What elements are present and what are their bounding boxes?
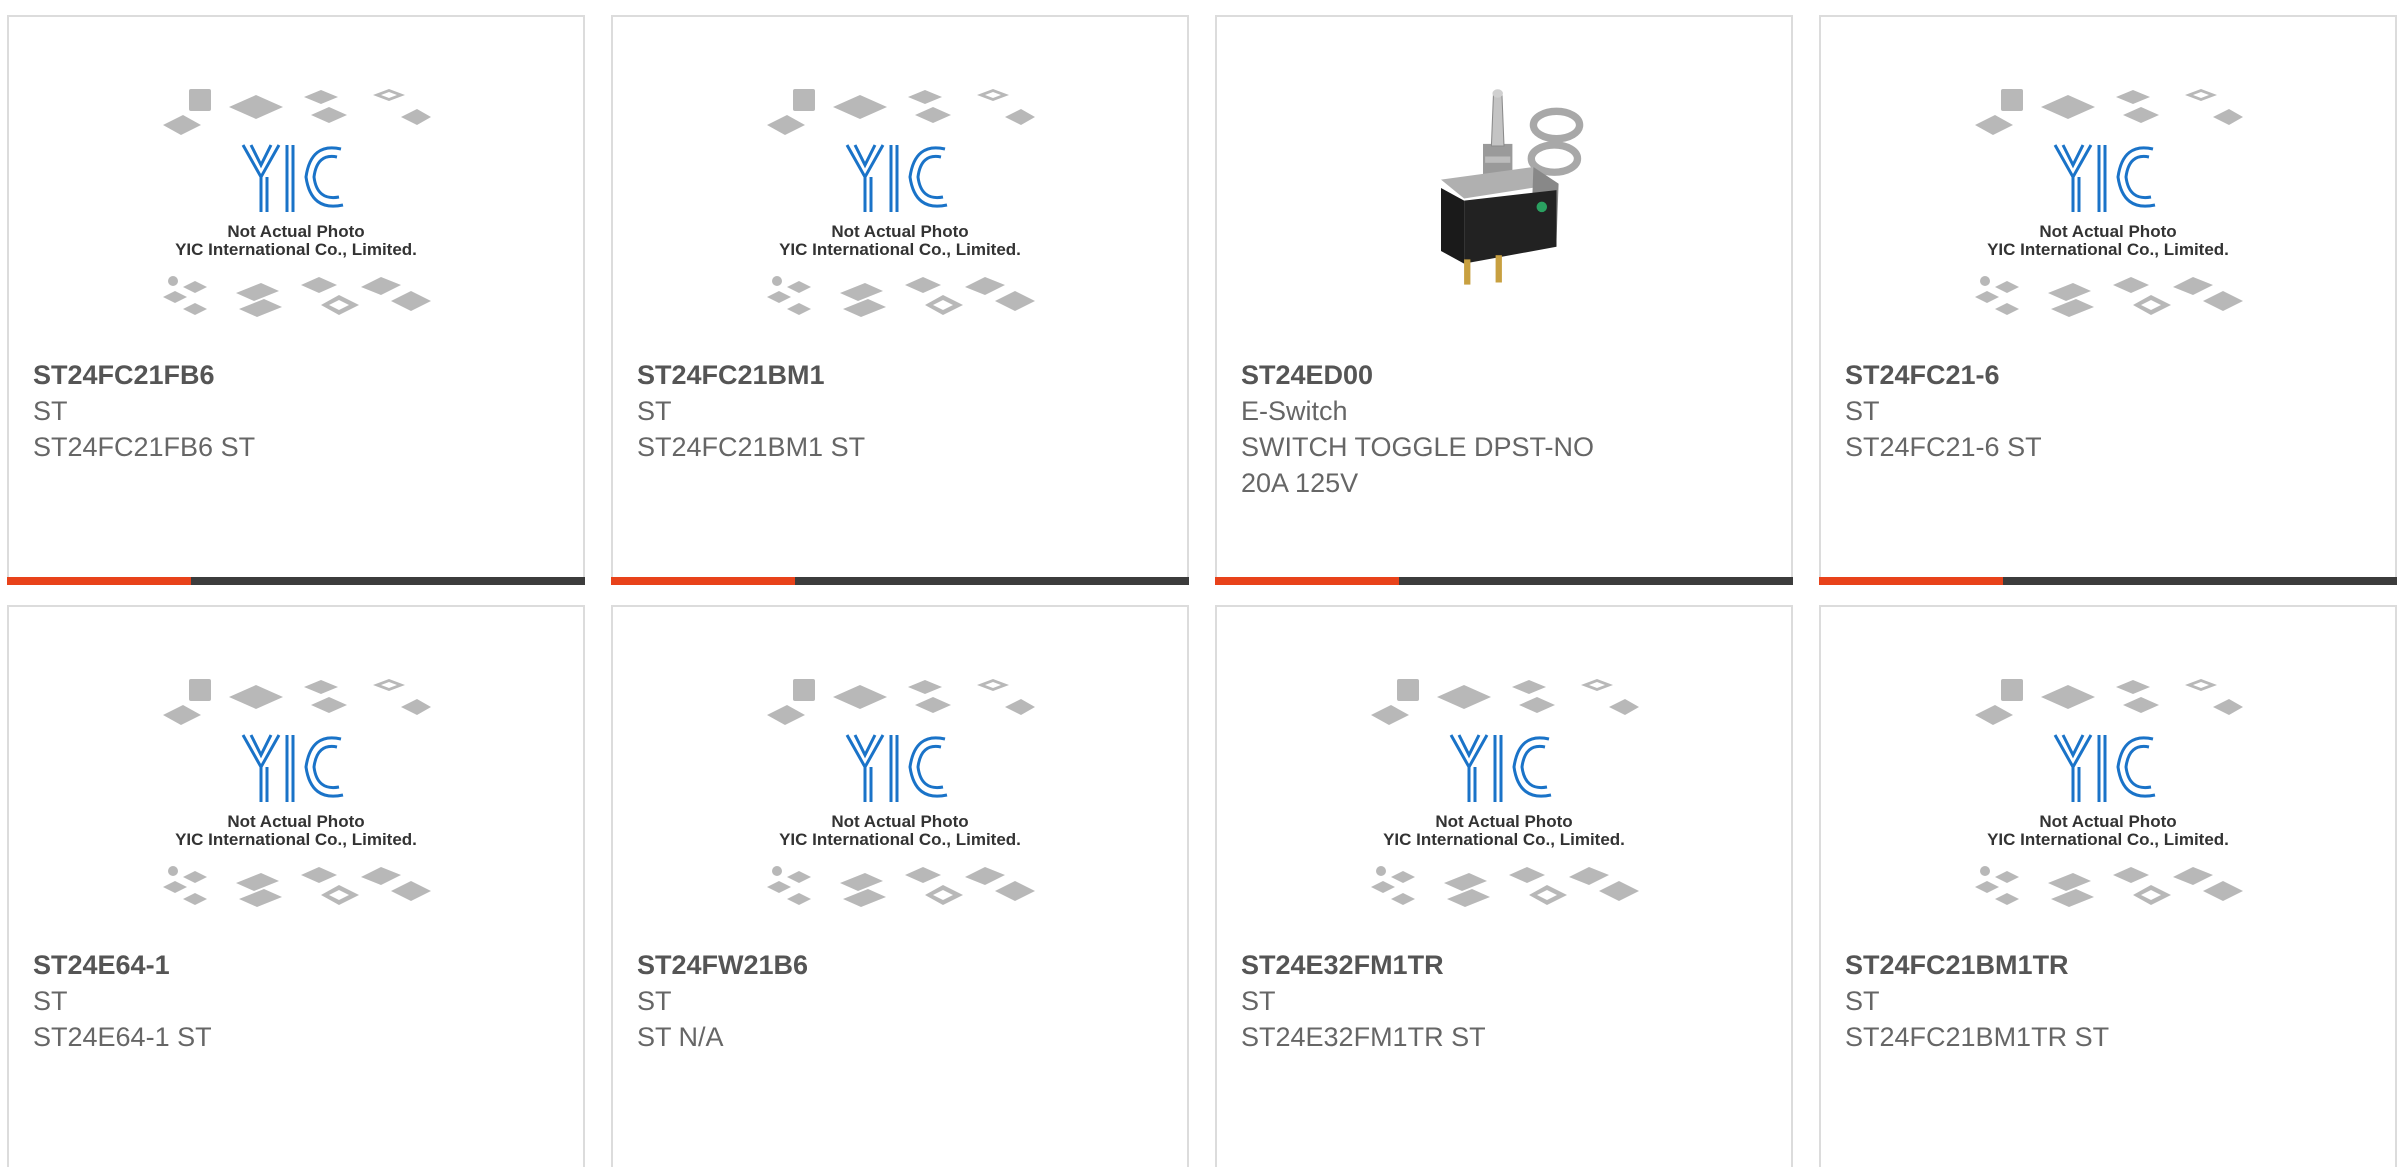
product-image <box>9 677 583 947</box>
description: ST24FC21FB6 ST <box>33 432 256 462</box>
card-accent-bar <box>611 577 795 585</box>
placeholder-image <box>1973 87 2243 327</box>
manufacturer: ST <box>637 396 672 426</box>
product-card[interactable]: ST24FC21BM1 ST ST24FC21BM1 ST <box>611 15 1189 585</box>
card-bottom-bar <box>7 577 585 585</box>
product-card[interactable]: ST24FC21BM1TR ST ST24FC21BM1TR ST <box>1819 605 2397 1167</box>
part-number[interactable]: ST24FW21B6 <box>637 947 1163 983</box>
description: ST24E32FM1TR ST <box>1241 1022 1486 1052</box>
toggle-switch-photo <box>1399 83 1609 293</box>
placeholder-image <box>161 677 431 917</box>
part-number[interactable]: ST24ED00 <box>1241 357 1767 393</box>
card-bottom-bar <box>611 577 1189 585</box>
placeholder-image <box>765 677 1035 917</box>
manufacturer: ST <box>33 986 68 1016</box>
product-card[interactable]: ST24ED00 E-Switch SWITCH TOGGLE DPST-NO … <box>1215 15 1793 585</box>
product-image <box>1821 677 2395 947</box>
description: SWITCH TOGGLE DPST-NO 20A 125V <box>1241 432 1595 498</box>
product-image <box>1821 87 2395 357</box>
part-number[interactable]: ST24FC21BM1TR <box>1845 947 2371 983</box>
manufacturer: E-Switch <box>1241 396 1348 426</box>
product-card[interactable]: ST24E64-1 ST ST24E64-1 ST <box>7 605 585 1167</box>
product-card[interactable]: ST24E32FM1TR ST ST24E32FM1TR ST <box>1215 605 1793 1167</box>
product-card[interactable]: ST24FW21B6 ST ST N/A <box>611 605 1189 1167</box>
manufacturer: ST <box>33 396 68 426</box>
product-image <box>1217 677 1791 947</box>
description: ST24FC21BM1 ST <box>637 432 866 462</box>
product-image <box>613 87 1187 357</box>
card-accent-bar <box>7 577 191 585</box>
part-number[interactable]: ST24FC21FB6 <box>33 357 559 393</box>
part-number[interactable]: ST24FC21-6 <box>1845 357 2371 393</box>
manufacturer: ST <box>1845 396 1880 426</box>
part-number[interactable]: ST24E32FM1TR <box>1241 947 1767 983</box>
manufacturer: ST <box>1845 986 1880 1016</box>
description: ST24E64-1 ST <box>33 1022 212 1052</box>
card-bottom-bar <box>1819 577 2397 585</box>
product-image <box>1217 83 1791 353</box>
product-grid: ST24FC21FB6 ST ST24FC21FB6 ST ST24FC21BM… <box>0 0 2400 1167</box>
part-number[interactable]: ST24E64-1 <box>33 947 559 983</box>
product-image <box>9 87 583 357</box>
description: ST N/A <box>637 1022 724 1052</box>
manufacturer: ST <box>1241 986 1276 1016</box>
description: ST24FC21-6 ST <box>1845 432 2042 462</box>
card-accent-bar <box>1215 577 1399 585</box>
product-image <box>613 677 1187 947</box>
placeholder-image <box>765 87 1035 327</box>
product-card[interactable]: ST24FC21FB6 ST ST24FC21FB6 ST <box>7 15 585 585</box>
placeholder-image <box>1369 677 1639 917</box>
card-accent-bar <box>1819 577 2003 585</box>
card-bottom-bar <box>1215 577 1793 585</box>
description: ST24FC21BM1TR ST <box>1845 1022 2110 1052</box>
placeholder-image <box>161 87 431 327</box>
manufacturer: ST <box>637 986 672 1016</box>
placeholder-image <box>1973 677 2243 917</box>
product-card[interactable]: ST24FC21-6 ST ST24FC21-6 ST <box>1819 15 2397 585</box>
part-number[interactable]: ST24FC21BM1 <box>637 357 1163 393</box>
